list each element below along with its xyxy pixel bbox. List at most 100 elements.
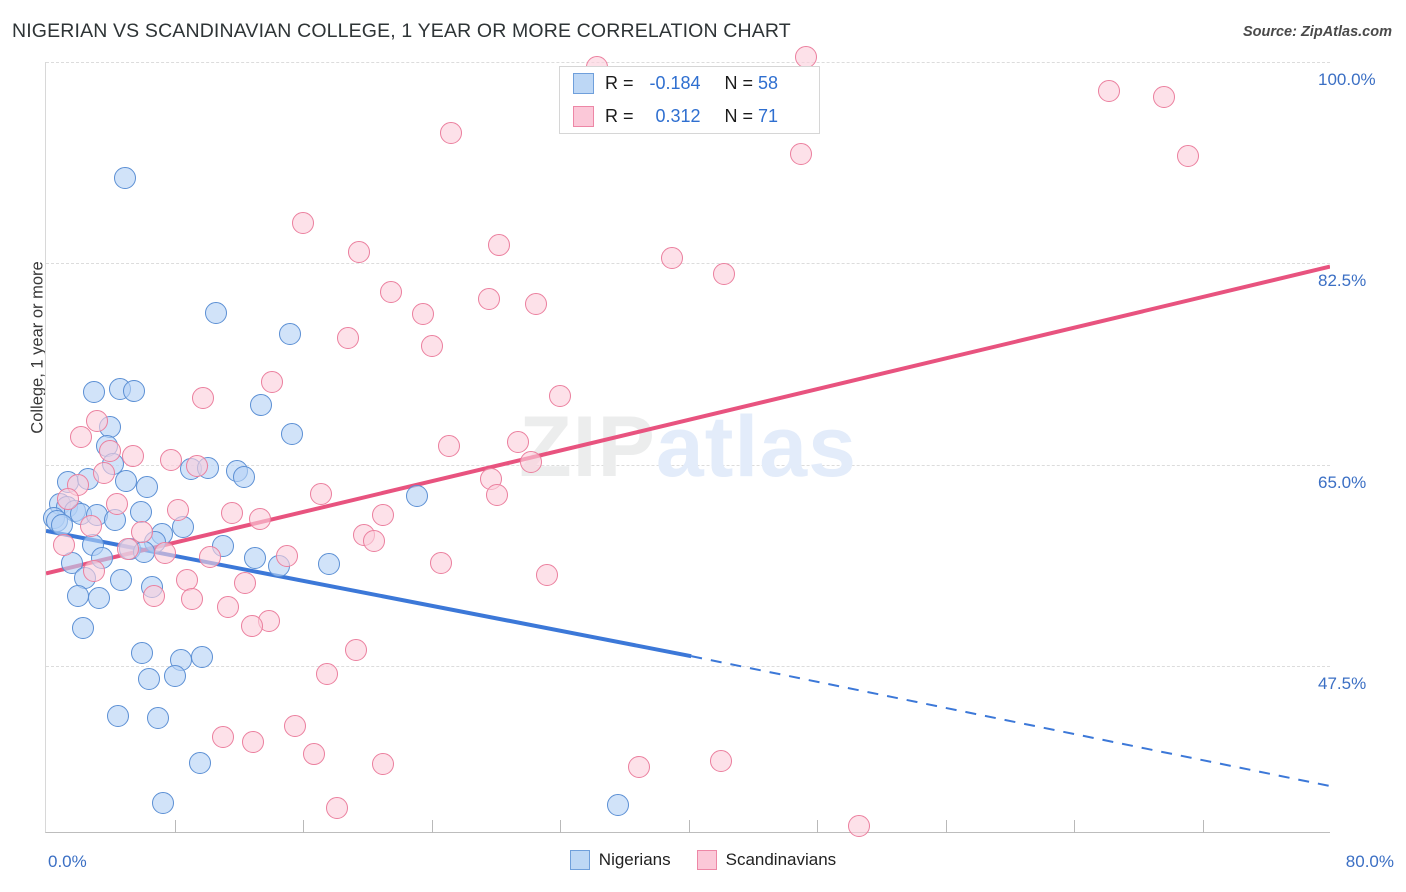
legend-item-nigerians[interactable]: Nigerians — [569, 850, 671, 870]
data-point-s — [372, 504, 395, 527]
data-point-s — [70, 426, 93, 449]
data-point-s — [142, 584, 165, 607]
data-point-s — [153, 542, 176, 565]
data-point-n — [88, 587, 110, 610]
data-point-n — [136, 475, 159, 498]
data-point-s — [520, 451, 543, 474]
data-point-s — [1098, 79, 1121, 102]
stat-row: R = 0.312 N = 71 — [560, 100, 819, 133]
y-axis-tick-label: 47.5% — [1318, 674, 1367, 694]
y-axis-tick-label: 100.0% — [1318, 70, 1376, 89]
data-point-n — [190, 645, 213, 668]
data-point-n — [113, 167, 136, 190]
legend-swatch — [696, 850, 717, 870]
data-point-s — [372, 752, 395, 775]
data-point-n — [107, 704, 130, 727]
data-point-n — [317, 552, 340, 575]
data-point-n — [51, 513, 74, 536]
data-point-s — [549, 384, 571, 407]
data-point-s — [52, 534, 75, 557]
stat-n-value: 58 — [758, 73, 779, 93]
data-point-n — [137, 667, 160, 690]
data-point-n — [131, 642, 154, 665]
data-point-n — [67, 584, 90, 607]
data-point-s — [166, 498, 189, 521]
data-point-s — [185, 454, 208, 477]
stat-n-label: N = — [724, 106, 754, 126]
data-point-n — [279, 322, 302, 345]
data-point-n — [115, 469, 138, 492]
data-point-s — [1177, 145, 1200, 168]
data-point-s — [121, 444, 144, 467]
data-point-s — [105, 492, 128, 515]
data-point-s — [709, 749, 732, 772]
data-point-n — [280, 422, 303, 445]
data-point-s — [131, 520, 154, 543]
series-legend: Nigerians Scandinavians — [0, 850, 1406, 870]
data-point-s — [275, 544, 298, 567]
stat-r-value: -0.184 — [649, 73, 701, 93]
legend-item-scandinavians[interactable]: Scandinavians — [696, 850, 837, 870]
data-point-n — [232, 466, 255, 489]
data-point-s — [661, 246, 684, 269]
data-point-n — [205, 301, 228, 324]
data-point-n — [243, 546, 266, 569]
data-point-s — [192, 387, 215, 410]
data-point-s — [789, 143, 812, 166]
data-point-s — [211, 726, 234, 749]
data-point-s — [92, 461, 115, 484]
plot-area: ZIP atlas — [43, 46, 1330, 838]
stat-row: R = -0.184 N = 58 — [560, 67, 819, 100]
data-point-s — [221, 502, 244, 525]
data-point-s — [847, 815, 870, 838]
data-point-s — [216, 596, 239, 619]
data-point-s — [261, 370, 284, 393]
stat-n-value: 71 — [758, 106, 779, 126]
data-point-s — [486, 483, 509, 506]
data-point-s — [240, 614, 263, 637]
correlation-stats-box: R = -0.184 N = 58 R = 0.312 N = 71 — [559, 66, 820, 134]
data-point-s — [79, 514, 102, 537]
data-point-n — [163, 665, 186, 688]
data-point-s — [325, 796, 348, 819]
data-point-s — [160, 449, 183, 472]
data-point-s — [345, 639, 367, 662]
data-point-s — [242, 731, 265, 754]
data-point-n — [83, 381, 106, 404]
data-point-s — [478, 288, 501, 311]
data-point-n — [129, 500, 152, 523]
y-axis-tick-label: 82.5% — [1318, 271, 1367, 291]
data-point-n — [123, 380, 146, 403]
legend-label: Scandinavians — [725, 850, 837, 869]
data-point-s — [303, 742, 326, 765]
data-point-s — [362, 529, 385, 552]
data-point-s — [430, 551, 453, 574]
data-point-s — [712, 262, 735, 285]
data-point-s — [181, 588, 204, 611]
data-point-n — [71, 617, 94, 640]
source-note: Source: ZipAtlas.com — [1242, 24, 1392, 40]
data-point-n — [406, 484, 429, 507]
data-point-s — [283, 714, 306, 737]
data-point-s — [309, 482, 332, 505]
stat-r-label: R = — [605, 73, 634, 93]
data-point-s — [438, 435, 461, 458]
data-point-s — [412, 303, 435, 325]
stat-r-value: 0.312 — [655, 106, 701, 126]
data-point-s — [420, 335, 443, 358]
data-point-n — [189, 751, 212, 774]
data-point-s — [292, 212, 314, 235]
data-point-s — [487, 233, 510, 256]
data-point-s — [380, 281, 403, 304]
data-point-s — [348, 240, 371, 263]
data-points — [43, 46, 1330, 838]
stat-swatch-scandinavians — [573, 106, 594, 127]
data-point-s — [439, 122, 462, 145]
stat-n-label: N = — [724, 73, 754, 93]
y-axis-tick-label: 65.0% — [1318, 472, 1367, 492]
correlation-chart: NIGERIAN VS SCANDINAVIAN COLLEGE, 1 YEAR… — [0, 0, 1406, 892]
data-point-n — [152, 792, 175, 815]
data-point-s — [248, 507, 271, 530]
legend-label: Nigerians — [598, 850, 671, 869]
stat-r-label: R = — [605, 106, 634, 126]
